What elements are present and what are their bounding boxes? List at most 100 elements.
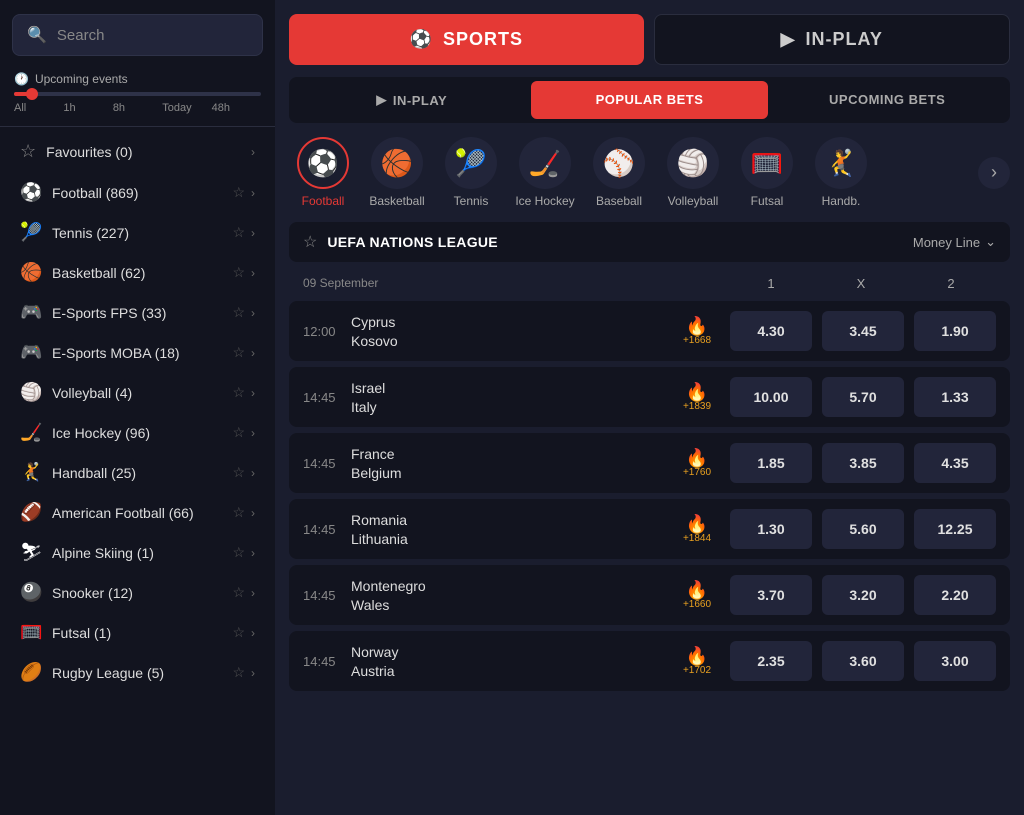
american-football-icon: 🏈	[20, 502, 42, 523]
star-icon[interactable]: ☆	[232, 624, 245, 641]
tab-sports[interactable]: ⚽ SPORTS	[289, 14, 644, 65]
sport-filter-futsal[interactable]: 🥅 Futsal	[733, 137, 801, 208]
upcoming-label: 🕐 Upcoming events	[14, 72, 261, 86]
star-icon[interactable]: ☆	[232, 424, 245, 441]
rugby-league-icon: 🏉	[20, 662, 42, 683]
football-circle: ⚽	[297, 137, 349, 189]
search-input[interactable]	[57, 27, 248, 44]
odd-1-button[interactable]: 1.30	[730, 509, 812, 549]
odd-1-button[interactable]: 1.85	[730, 443, 812, 483]
tab-inplay-sub[interactable]: ▶ IN-PLAY	[293, 81, 531, 119]
odd-2-button[interactable]: 1.33	[914, 377, 996, 417]
time-labels: All 1h 8h Today 48h	[14, 102, 261, 114]
star-icon[interactable]: ☆	[232, 504, 245, 521]
star-icon[interactable]: ☆	[232, 264, 245, 281]
chevron-down-icon: ›	[251, 426, 255, 440]
search-bar[interactable]: 🔍	[12, 14, 263, 56]
sidebar-sports-list: ⚽ Football (869) ☆ › 🎾 Tennis (227) ☆ › …	[0, 172, 275, 815]
odd-2-button[interactable]: 4.35	[914, 443, 996, 483]
hot-indicator: 🔥 +1844	[674, 514, 720, 544]
odd-x-button[interactable]: 5.60	[822, 509, 904, 549]
odd-1-button[interactable]: 2.35	[730, 641, 812, 681]
sidebar-item-esports-moba[interactable]: 🎮 E-Sports MOBA (18) ☆ ›	[6, 333, 269, 372]
odd-1-button[interactable]: 4.30	[730, 311, 812, 351]
sidebar-item-rugby-league[interactable]: 🏉 Rugby League (5) ☆ ›	[6, 653, 269, 692]
sport-filter-basketball[interactable]: 🏀 Basketball	[363, 137, 431, 208]
chevron-down-icon: ›	[251, 346, 255, 360]
sport-filter-next-button[interactable]: ›	[978, 157, 1010, 189]
chevron-down-icon: ›	[251, 546, 255, 560]
esports-moba-icon: 🎮	[20, 342, 42, 363]
fire-icon: 🔥	[686, 514, 708, 535]
star-icon[interactable]: ☆	[232, 184, 245, 201]
chevron-down-icon: ›	[251, 145, 255, 159]
chevron-down-icon: ›	[251, 586, 255, 600]
time-slider[interactable]	[14, 92, 261, 96]
star-icon[interactable]: ☆	[232, 544, 245, 561]
star-icon[interactable]: ☆	[232, 344, 245, 361]
fire-icon: 🔥	[686, 580, 708, 601]
sport-filter-baseball[interactable]: ⚾ Baseball	[585, 137, 653, 208]
inplay-tab-icon: ▶	[781, 29, 796, 50]
money-line-button[interactable]: Money Line ⌄	[913, 234, 996, 250]
sidebar-item-american-football[interactable]: 🏈 American Football (66) ☆ ›	[6, 493, 269, 532]
star-icon[interactable]: ☆	[232, 224, 245, 241]
chevron-down-icon: ›	[251, 226, 255, 240]
star-icon[interactable]: ☆	[232, 584, 245, 601]
sport-filter-handball[interactable]: 🤾 Handb.	[807, 137, 875, 208]
inplay-sub-icon: ▶	[376, 92, 387, 108]
sidebar-item-esports-fps[interactable]: 🎮 E-Sports FPS (33) ☆ ›	[6, 293, 269, 332]
sidebar-item-tennis[interactable]: 🎾 Tennis (227) ☆ ›	[6, 213, 269, 252]
odd-2-button[interactable]: 12.25	[914, 509, 996, 549]
odd-1-button[interactable]: 10.00	[730, 377, 812, 417]
clock-icon: 🕐	[14, 72, 29, 86]
star-icon[interactable]: ☆	[232, 384, 245, 401]
odd-1-button[interactable]: 3.70	[730, 575, 812, 615]
table-row: 14:45 Israel Italy 🔥 +1839 10.00 5.70 1.…	[289, 367, 1010, 427]
odd-x-button[interactable]: 3.45	[822, 311, 904, 351]
odd-x-button[interactable]: 3.85	[822, 443, 904, 483]
star-icon[interactable]: ☆	[232, 664, 245, 681]
odd-x-button[interactable]: 3.20	[822, 575, 904, 615]
chevron-down-icon: ›	[251, 306, 255, 320]
star-icon[interactable]: ☆	[232, 304, 245, 321]
sub-tabs: ▶ IN-PLAY POPULAR BETS UPCOMING BETS	[289, 77, 1010, 123]
fire-icon: 🔥	[686, 316, 708, 337]
fire-icon: 🔥	[686, 646, 708, 667]
handball-circle: 🤾	[815, 137, 867, 189]
sidebar-item-icehockey[interactable]: 🏒 Ice Hockey (96) ☆ ›	[6, 413, 269, 452]
sports-tab-icon: ⚽	[410, 29, 433, 50]
tab-upcoming-bets[interactable]: UPCOMING BETS	[768, 81, 1006, 119]
sport-filter-football[interactable]: ⚽ Football	[289, 137, 357, 208]
star-icon: ☆	[20, 141, 36, 162]
match-teams: Norway Austria	[351, 644, 664, 679]
sidebar-item-futsal[interactable]: 🥅 Futsal (1) ☆ ›	[6, 613, 269, 652]
match-teams: Romania Lithuania	[351, 512, 664, 547]
hot-indicator: 🔥 +1702	[674, 646, 720, 676]
sidebar-item-football[interactable]: ⚽ Football (869) ☆ ›	[6, 173, 269, 212]
basketball-icon: 🏀	[20, 262, 42, 283]
odd-x-button[interactable]: 3.60	[822, 641, 904, 681]
sidebar-item-basketball[interactable]: 🏀 Basketball (62) ☆ ›	[6, 253, 269, 292]
sport-filter-volleyball[interactable]: 🏐 Volleyball	[659, 137, 727, 208]
sidebar-item-volleyball[interactable]: 🏐 Volleyball (4) ☆ ›	[6, 373, 269, 412]
sidebar-item-alpine-skiing[interactable]: ⛷ Alpine Skiing (1) ☆ ›	[6, 533, 269, 572]
odd-2-button[interactable]: 3.00	[914, 641, 996, 681]
sidebar-item-snooker[interactable]: 🎱 Snooker (12) ☆ ›	[6, 573, 269, 612]
sidebar-item-handball[interactable]: 🤾 Handball (25) ☆ ›	[6, 453, 269, 492]
odd-2-button[interactable]: 1.90	[914, 311, 996, 351]
tab-popular-bets[interactable]: POPULAR BETS	[531, 81, 769, 119]
star-icon[interactable]: ☆	[232, 464, 245, 481]
chevron-down-icon: ›	[251, 626, 255, 640]
hot-indicator: 🔥 +1660	[674, 580, 720, 610]
snooker-icon: 🎱	[20, 582, 42, 603]
odd-2-button[interactable]: 2.20	[914, 575, 996, 615]
tab-inplay-top[interactable]: ▶ IN-PLAY	[654, 14, 1011, 65]
sport-filter-tennis[interactable]: 🎾 Tennis	[437, 137, 505, 208]
icehockey-icon: 🏒	[20, 422, 42, 443]
league-star-icon[interactable]: ☆	[303, 232, 317, 252]
sport-filter-icehockey[interactable]: 🏒 Ice Hockey	[511, 137, 579, 208]
odd-x-button[interactable]: 5.70	[822, 377, 904, 417]
match-teams: Cyprus Kosovo	[351, 314, 664, 349]
sidebar-item-favourites[interactable]: ☆ Favourites (0) ›	[6, 132, 269, 171]
